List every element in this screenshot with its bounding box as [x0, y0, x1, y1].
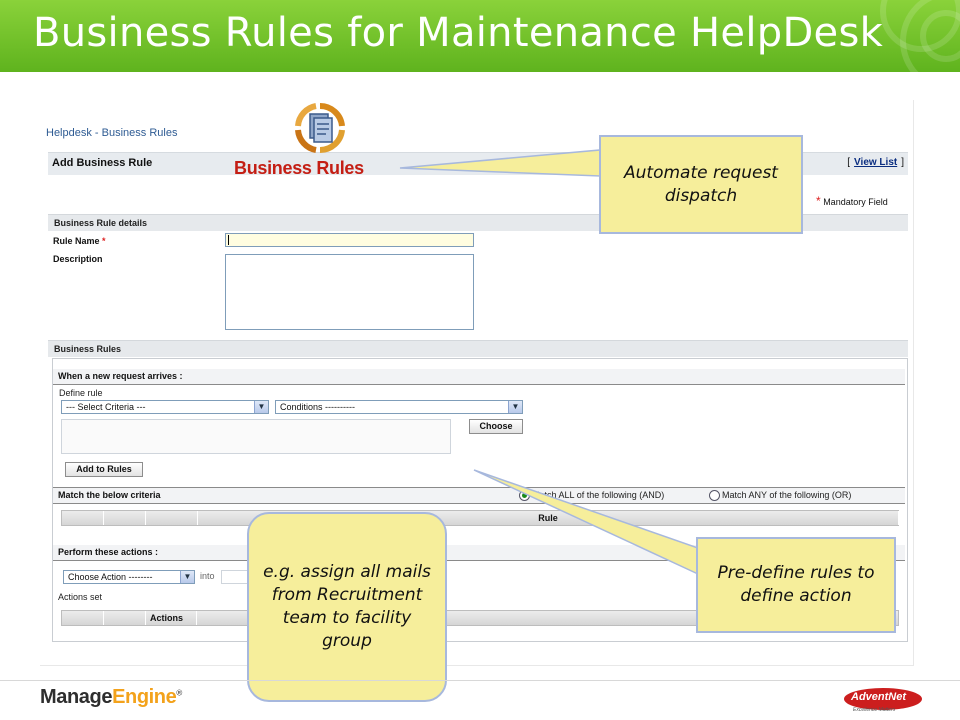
logo-text: Business Rules [234, 158, 364, 178]
column-header [62, 511, 104, 525]
when-arrives-bar: When a new request arrives : [53, 369, 905, 385]
automate-callout: Automate request dispatch [599, 135, 803, 234]
criteria-values-box[interactable] [61, 419, 451, 454]
callout-text: e.g. assign all mails from Recruitment t… [263, 562, 431, 651]
column-header [104, 511, 146, 525]
choose-action-select[interactable]: Choose Action -------- ▼ [63, 570, 195, 584]
select-value: Choose Action -------- [68, 572, 153, 582]
manageengine-logo: ManageEngine® [40, 686, 182, 709]
breadcrumb[interactable]: Helpdesk - Business Rules [46, 127, 177, 139]
logo-part: Engine [112, 686, 177, 708]
conditions-select[interactable]: Conditions ---------- ▼ [275, 400, 523, 414]
criteria-select[interactable]: --- Select Criteria --- ▼ [61, 400, 269, 414]
text-cursor [228, 235, 229, 245]
mandatory-label: Mandatory Field [823, 197, 888, 207]
adventnet-tagline: Excellence Matters [853, 707, 896, 713]
match-any-radio[interactable] [709, 490, 720, 501]
required-star: * [102, 236, 106, 246]
description-label: Description [53, 254, 103, 264]
when-arrives-label: When a new request arrives : [58, 371, 183, 381]
column-header [104, 611, 146, 625]
chevron-down-icon: ▼ [254, 401, 268, 413]
mandatory-note: * Mandatory Field [816, 194, 888, 208]
predefine-callout: Pre-define rules to define action [696, 537, 896, 633]
logo-part: Manage [40, 686, 113, 708]
footer-divider [0, 680, 960, 681]
example-callout: e.g. assign all mails from Recruitment t… [247, 512, 447, 702]
into-label: into [200, 571, 215, 581]
select-value: --- Select Criteria --- [66, 402, 146, 412]
actions-column-header: Actions [146, 611, 197, 625]
callout-text: Pre-define rules to define action [717, 563, 875, 606]
page-title: Add Business Rule [52, 157, 153, 169]
rule-name-input[interactable] [225, 233, 474, 247]
match-all-radio[interactable] [519, 490, 530, 501]
select-value: Conditions ---------- [280, 402, 355, 412]
column-header [146, 511, 198, 525]
column-header [62, 611, 104, 625]
adventnet-logo-text: AdventNet [851, 691, 907, 703]
match-all-label: Match ALL of the following (AND) [532, 490, 665, 500]
section-title: Business Rules [54, 344, 122, 354]
label-text: Rule Name [53, 236, 100, 246]
add-to-rules-button[interactable]: Add to Rules [65, 462, 143, 477]
required-star: * [816, 194, 821, 208]
registered-mark: ® [176, 688, 182, 698]
match-criteria-label: Match the below criteria [58, 490, 161, 500]
section-title: Business Rule details [54, 218, 148, 228]
rule-name-label: Rule Name * [53, 236, 106, 246]
bracket-close: ] [901, 157, 904, 168]
define-rule-label: Define rule [59, 388, 103, 398]
slide-header: Business Rules for Maintenance HelpDesk [0, 0, 960, 72]
chevron-down-icon: ▼ [180, 571, 194, 583]
bracket-open: [ [847, 157, 851, 168]
perform-actions-label: Perform these actions : [58, 547, 159, 557]
rules-table-header: Rule [61, 510, 899, 526]
view-list-wrapper: [View List] [847, 157, 904, 168]
match-any-label: Match ANY of the following (OR) [722, 490, 852, 500]
rules-section-header: Business Rules [48, 340, 908, 357]
view-list-link[interactable]: View List [854, 157, 897, 168]
slide-title: Business Rules for Maintenance HelpDesk [33, 10, 884, 56]
callout-text: Automate request dispatch [624, 162, 778, 206]
description-textarea[interactable] [225, 254, 474, 330]
actions-set-label: Actions set [58, 592, 103, 602]
chevron-down-icon: ▼ [508, 401, 522, 413]
business-rules-logo: Business Rules [230, 100, 405, 182]
choose-button[interactable]: Choose [469, 419, 523, 434]
rules-cycle-icon [295, 102, 345, 154]
